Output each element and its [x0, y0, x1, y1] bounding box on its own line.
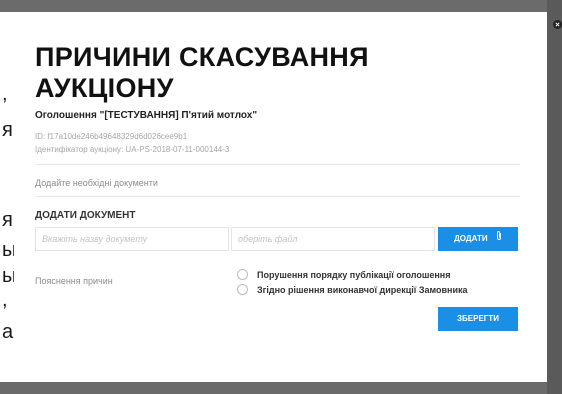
close-icon[interactable] [553, 16, 562, 32]
cancel-auction-modal: ПРИЧИНИ СКАСУВАННЯ АУКЦІОНУ Оголошення "… [14, 12, 547, 382]
reason-option-label: Згідно рішення виконавчої дирекції Замов… [257, 284, 468, 295]
auction-identifier: Ідентифікатор аукціону: UA-PS-2018-07-11… [35, 145, 230, 154]
save-button[interactable]: ЗБЕРЕГТИ [438, 307, 518, 331]
divider [35, 164, 520, 165]
background-text-fragment: а [2, 321, 14, 343]
overlay-top [0, 0, 562, 12]
modal-title: ПРИЧИНИ СКАСУВАННЯ АУКЦІОНУ [35, 42, 369, 103]
reason-option[interactable]: Порушення порядку публікації оголошення [237, 269, 450, 280]
modal-subtitle: Оголошення "[ТЕСТУВАННЯ] П'ятий мотлох" [35, 110, 258, 121]
reason-option-label: Порушення порядку публікації оголошення [257, 269, 451, 280]
add-button-label: ДОДАТИ [454, 234, 488, 244]
overlay-bottom [0, 382, 562, 394]
documents-hint: Додайте необхідні документи [35, 178, 158, 188]
background-text-fragment: я [2, 209, 13, 231]
auction-hash-id: ID: f17a10de246b49648329d6d026cee9b1 [35, 132, 188, 141]
reason-option[interactable]: Згідно рішення виконавчої дирекції Замов… [237, 284, 468, 295]
background-text-fragment: , [2, 83, 8, 105]
file-select-input[interactable] [231, 227, 435, 251]
background-text-fragment: я [2, 119, 13, 141]
paperclip-icon [496, 227, 502, 251]
add-document-title: ДОДАТИ ДОКУМЕНТ [35, 210, 136, 221]
document-name-input[interactable] [35, 227, 229, 251]
reasons-label: Пояснення причин [35, 276, 113, 286]
add-document-button[interactable]: ДОДАТИ [438, 227, 518, 251]
divider [35, 196, 520, 197]
background-text-fragment: , [2, 289, 8, 311]
radio-button[interactable] [237, 269, 248, 280]
radio-button[interactable] [237, 284, 248, 295]
overlay-right [547, 0, 562, 394]
